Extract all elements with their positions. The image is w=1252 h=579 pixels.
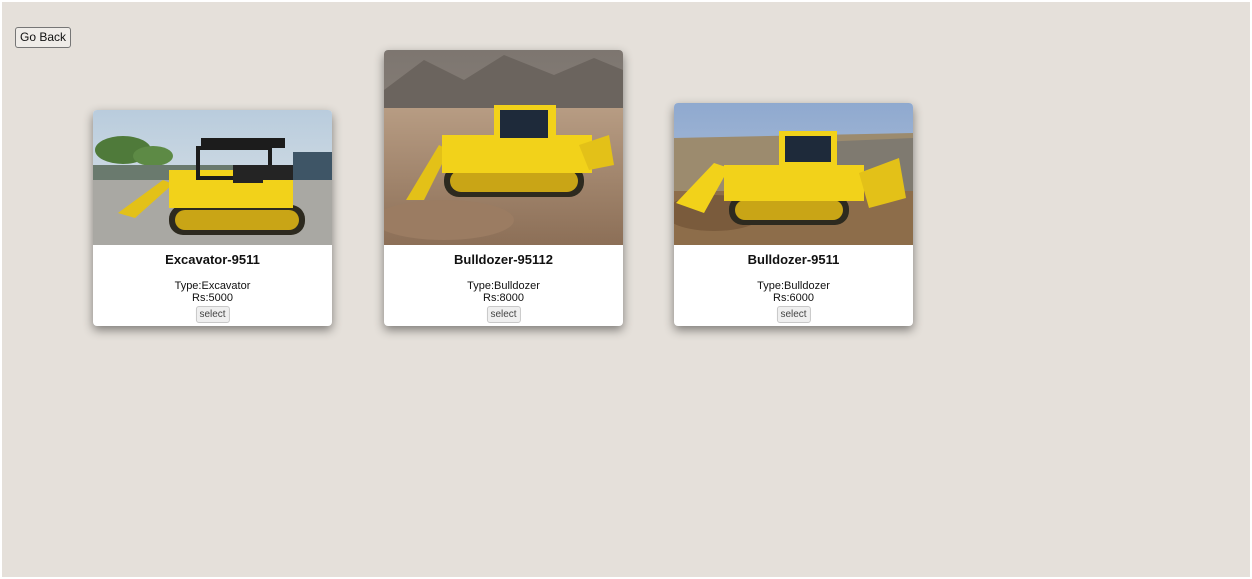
- select-button[interactable]: select: [195, 306, 230, 323]
- card-type: Type:Excavator: [174, 280, 251, 292]
- select-button[interactable]: select: [776, 306, 811, 323]
- card-title: Bulldozer-9511: [747, 252, 840, 267]
- card-type: Type:Bulldozer: [467, 280, 540, 292]
- card-body: Bulldozer-95112 Type:Bulldozer Rs:8000 s…: [384, 245, 623, 326]
- page-background: Go Back Excavator-9511 Type:Excavator Rs…: [2, 2, 1250, 577]
- card-price: Rs:5000: [192, 292, 233, 304]
- equipment-image: [674, 103, 913, 245]
- equipment-image: [384, 50, 623, 245]
- card-body: Bulldozer-9511 Type:Bulldozer Rs:6000 se…: [674, 245, 913, 326]
- equipment-card: Excavator-9511 Type:Excavator Rs:5000 se…: [93, 110, 332, 326]
- card-title: Excavator-9511: [165, 252, 260, 267]
- card-price: Rs:8000: [483, 292, 524, 304]
- card-body: Excavator-9511 Type:Excavator Rs:5000 se…: [93, 245, 332, 326]
- card-type: Type:Bulldozer: [757, 280, 830, 292]
- equipment-card: Bulldozer-95112 Type:Bulldozer Rs:8000 s…: [384, 50, 623, 326]
- equipment-image: [93, 110, 332, 245]
- equipment-card: Bulldozer-9511 Type:Bulldozer Rs:6000 se…: [674, 103, 913, 326]
- card-price: Rs:6000: [773, 292, 814, 304]
- go-back-button[interactable]: Go Back: [15, 27, 72, 48]
- card-title: Bulldozer-95112: [454, 252, 553, 267]
- select-button[interactable]: select: [486, 306, 521, 323]
